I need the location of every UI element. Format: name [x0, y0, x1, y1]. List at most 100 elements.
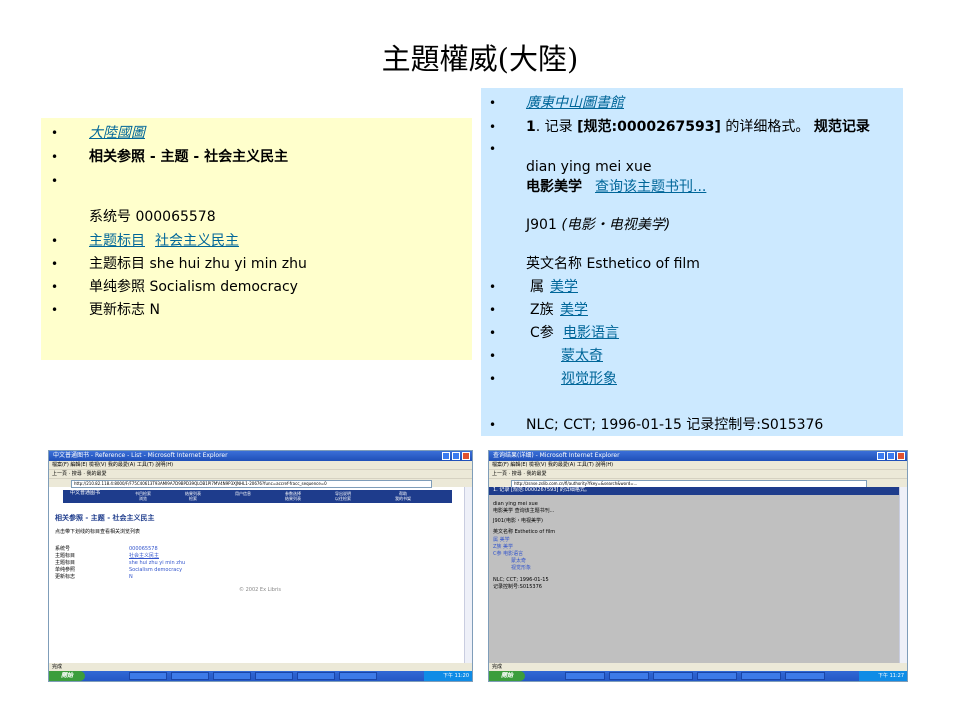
detail-line: J901(电影・电视美学) — [493, 518, 543, 524]
top-term-label: Z族 — [530, 302, 554, 318]
vertical-scrollbar[interactable] — [464, 487, 472, 663]
subject-heading-link[interactable]: 社会主义民主 — [155, 232, 239, 250]
row-label: 更新标志 — [55, 574, 76, 580]
detail-line[interactable]: 视觉形象 — [511, 565, 531, 572]
menu-bar[interactable]: 檔案(F) 編輯(E) 檢視(V) 我的最愛(A) 工具(T) 說明(H) — [489, 461, 907, 469]
address-bar: http://zsnse.zslib.com.cn/fl/authority?f… — [489, 478, 907, 488]
browser-screenshot-zslib: 查询结果(详细) - Microsoft Internet Explorer 檔… — [488, 450, 908, 682]
nav-tab[interactable]: 以往检索 — [323, 497, 363, 506]
nav-logo: 中文普通图书 — [69, 490, 100, 496]
related-term-montage-link[interactable]: 蒙太奇 — [561, 347, 603, 365]
page-subheading: 点击带下划线的标目查看相关浏览列表 — [55, 529, 141, 535]
subject-heading-label-link[interactable]: 主题标目 — [89, 232, 145, 250]
detail-line: 英文名称 Esthetico of film — [493, 529, 556, 535]
taskbar-item[interactable] — [565, 672, 605, 680]
taskbar-item[interactable] — [653, 672, 693, 680]
row-value: Socialism democracy — [129, 567, 183, 573]
right-info-box: • 廣東中山圖書館 • 1. 记录 [规范:0000267593] 的详细格式。… — [481, 88, 903, 436]
bullet-icon: • — [489, 303, 497, 317]
taskbar-item[interactable] — [171, 672, 209, 680]
taskbar-item[interactable] — [339, 672, 377, 680]
record-id: [规范:0000267593] — [577, 119, 721, 135]
related-term-visual-image-link[interactable]: 视觉形象 — [561, 370, 617, 388]
detail-line[interactable]: Z族 美学 — [493, 544, 513, 551]
page-heading: 相关参照 - 主题 - 社会主义民主 — [55, 514, 155, 522]
record-detail-line: 1. 记录 [规范:0000267593] 的详细格式。 规范记录 — [526, 118, 870, 136]
taskbar-item[interactable] — [609, 672, 649, 680]
source-library-link[interactable]: 廣東中山圖書館 — [526, 94, 624, 112]
detail-line[interactable]: 属 美学 — [493, 537, 510, 544]
taskbar-item[interactable] — [297, 672, 335, 680]
address-bar: http://210.82.118.4:8000/F/F75C40613T93A… — [49, 478, 472, 488]
bullet-icon: • — [489, 280, 497, 294]
related-term-link[interactable]: 电影语言 — [563, 324, 619, 342]
pinyin-heading: dian ying mei xue — [526, 159, 652, 175]
update-flag: 更新标志 N — [89, 302, 160, 318]
row-label: 主题标目 — [55, 553, 76, 559]
bullet-icon: • — [51, 303, 59, 317]
minimize-icon[interactable] — [442, 452, 450, 460]
vertical-scrollbar[interactable] — [899, 487, 907, 663]
detail-line: 记录控制号:S015376 — [493, 584, 542, 590]
minimize-icon[interactable] — [877, 452, 885, 460]
detail-line: dian ying mei xue — [493, 501, 538, 507]
status-bar: 完成 — [49, 663, 472, 671]
system-tray-clock: 下午 11:27 — [859, 671, 907, 681]
nav-tab[interactable]: 结果列表 — [273, 497, 313, 506]
nav-tab[interactable]: 用户信息 — [223, 492, 263, 501]
row-value: she hui zhu yi min zhu — [129, 560, 186, 566]
result-header-text: 1. 记录 [规范:0000267593] 的详细格式。 — [493, 487, 590, 493]
bullet-icon: • — [489, 349, 497, 363]
browser-screenshot-nlc: 中文普通图书 - Reference - List - Microsoft In… — [48, 450, 473, 682]
left-info-box: • 大陸國圖 • 相关参照 - 主题 - 社会主义民主 • 系统号 000065… — [41, 118, 472, 360]
english-name: 英文名称 Esthetico of film — [526, 256, 700, 272]
bullet-icon: • — [51, 234, 59, 248]
taskbar-item[interactable] — [785, 672, 825, 680]
broader-term-link[interactable]: 美学 — [550, 278, 578, 296]
close-icon[interactable] — [897, 452, 905, 460]
nav-tab[interactable]: 浏览 — [123, 497, 163, 506]
result-header-bar: 1. 记录 [规范:0000267593] 的详细格式。 — [489, 487, 899, 495]
subject-term: 电影美学 — [526, 179, 582, 195]
top-term-link[interactable]: 美学 — [560, 301, 588, 319]
detail-line[interactable]: 蒙太奇 — [511, 558, 526, 565]
windows-taskbar: 開始 下午 11:20 — [49, 671, 472, 681]
bullet-icon: • — [489, 142, 497, 156]
search-books-link[interactable]: 查询该主题书刊... — [595, 178, 706, 196]
maximize-icon[interactable] — [452, 452, 460, 460]
bullet-icon: • — [489, 372, 497, 386]
row-value-link[interactable]: 社会主义民主 — [129, 553, 159, 560]
close-icon[interactable] — [462, 452, 470, 460]
start-button[interactable]: 開始 — [489, 671, 525, 681]
bullet-icon: • — [489, 120, 497, 134]
taskbar-item[interactable] — [213, 672, 251, 680]
row-label: 单纯参照 — [55, 567, 76, 573]
record-type: 规范记录 — [813, 119, 870, 135]
nav-tab[interactable]: 检索 — [173, 497, 213, 506]
windows-taskbar: 開始 下午 11:27 — [489, 671, 907, 681]
address-input[interactable]: http://210.82.118.4:8000/F/F75C40613T93A… — [71, 480, 432, 488]
source-library-link[interactable]: 大陸國圖 — [89, 124, 145, 142]
opac-nav-strip: 中文普通图书 书目检索 结果列表 用户信息 参数选择 导出说明 帮助 浏览 检索… — [63, 490, 452, 503]
detail-line: 电影美学 查询该主题书刊... — [493, 508, 555, 514]
taskbar-item[interactable] — [741, 672, 781, 680]
bullet-icon: • — [489, 418, 497, 432]
nav-tab[interactable]: 我的书架 — [383, 497, 423, 506]
record-control-info: NLC; CCT; 1996-01-15 记录控制号:S015376 — [526, 417, 824, 433]
taskbar-item[interactable] — [129, 672, 167, 680]
menu-bar[interactable]: 檔案(F) 編輯(E) 檢視(V) 我的最愛(A) 工具(T) 說明(H) — [49, 461, 472, 469]
detail-line[interactable]: C参 电影语言 — [493, 551, 523, 558]
maximize-icon[interactable] — [887, 452, 895, 460]
taskbar-item[interactable] — [255, 672, 293, 680]
bullet-icon: • — [51, 174, 59, 188]
row-value: N — [129, 574, 133, 580]
page-footer: © 2002 Ex Libris — [239, 587, 282, 593]
start-button[interactable]: 開始 — [49, 671, 85, 681]
broader-term-label: 属 — [530, 279, 544, 295]
bullet-icon: • — [489, 96, 497, 110]
taskbar-item[interactable] — [697, 672, 737, 680]
simple-reference: 单纯参照 Socialism democracy — [89, 279, 298, 295]
record-middle: 的详细格式。 — [720, 119, 814, 135]
related-term-label: C参 — [530, 325, 554, 341]
reference-heading: 相关参照 - 主题 - 社会主义民主 — [89, 149, 289, 165]
